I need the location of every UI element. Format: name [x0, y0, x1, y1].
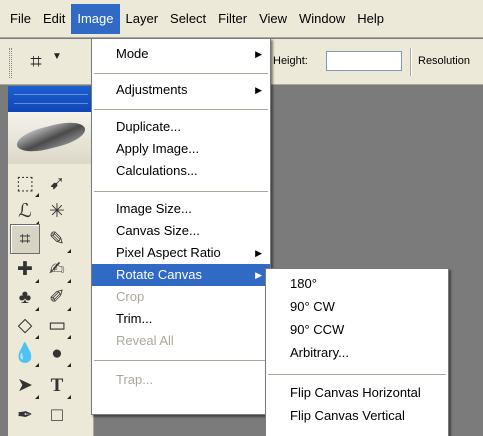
menu-separator — [94, 191, 268, 192]
menu-item-rotate-180[interactable]: 180° — [266, 273, 448, 295]
brush-tool-icon[interactable]: ✍ — [42, 254, 72, 284]
menu-separator — [268, 374, 446, 375]
menu-bar: File Edit Image Layer Select Filter View… — [0, 0, 483, 38]
menu-view[interactable]: View — [253, 4, 293, 34]
menu-separator — [94, 109, 268, 110]
menu-file[interactable]: File — [4, 4, 37, 34]
menu-item-canvas-size[interactable]: Canvas Size... — [92, 220, 270, 242]
healing-brush-tool-icon[interactable]: ✚ — [10, 254, 40, 284]
menu-image[interactable]: Image — [71, 3, 120, 34]
clone-stamp-tool-icon[interactable]: ♣ — [10, 282, 40, 312]
menu-item-rotate-canvas-label: Rotate Canvas — [116, 267, 202, 282]
menu-item-flip-vertical[interactable]: Flip Canvas Vertical — [266, 405, 448, 427]
gradient-tool-icon[interactable]: ▭ — [42, 310, 72, 340]
menu-item-flip-horizontal[interactable]: Flip Canvas Horizontal — [266, 382, 448, 404]
menu-item-trap[interactable]: Trap... — [92, 369, 270, 391]
move-tool-icon[interactable]: ➹ — [42, 168, 72, 198]
options-separator — [410, 48, 412, 76]
options-bar-grip[interactable] — [9, 48, 12, 78]
menu-item-adjustments[interactable]: Adjustments ▶ — [92, 79, 270, 101]
menu-item-apply-image[interactable]: Apply Image... — [92, 138, 270, 160]
marquee-tool-icon[interactable]: ⬚ — [10, 168, 40, 198]
tool-preset-crop-icon[interactable]: ⌗ — [22, 49, 50, 75]
height-input[interactable] — [326, 51, 402, 71]
menu-item-duplicate[interactable]: Duplicate... — [92, 116, 270, 138]
menu-item-trim[interactable]: Trim... — [92, 308, 270, 330]
magic-wand-tool-icon[interactable]: ✳ — [42, 196, 72, 226]
menu-edit[interactable]: Edit — [37, 4, 71, 34]
menu-filter[interactable]: Filter — [212, 4, 253, 34]
menu-item-rotate-arbitrary[interactable]: Arbitrary... — [266, 342, 448, 364]
menu-item-pixel-aspect-ratio[interactable]: Pixel Aspect Ratio ▶ — [92, 242, 270, 264]
menu-select[interactable]: Select — [164, 4, 212, 34]
dodge-tool-icon[interactable]: ● — [42, 338, 72, 368]
tool-preset-dropdown-icon[interactable]: ▼ — [52, 51, 62, 62]
menu-item-crop[interactable]: Crop — [92, 286, 270, 308]
menu-item-mode[interactable]: Mode ▶ — [92, 43, 270, 65]
eraser-tool-icon[interactable]: ◇ — [10, 310, 40, 340]
menu-item-rotate-90-ccw[interactable]: 90° CCW — [266, 319, 448, 341]
type-tool-icon[interactable]: T — [42, 370, 72, 400]
tool-palette-logo[interactable] — [8, 112, 94, 164]
menu-layer[interactable]: Layer — [120, 4, 165, 34]
menu-item-pixel-aspect-ratio-label: Pixel Aspect Ratio — [116, 245, 221, 260]
path-selection-tool-icon[interactable]: ➤ — [10, 370, 40, 400]
tool-palette: ⬚ ➹ ℒ ✳ ⌗ ✎ ✚ ✍ ♣ ✐ ◇ ▭ 💧 ● ➤ T ✒ □ — [8, 86, 94, 436]
menu-item-rotate-90-cw[interactable]: 90° CW — [266, 296, 448, 318]
shape-tool-icon[interactable]: □ — [42, 400, 72, 430]
menu-separator — [94, 73, 268, 74]
submenu-arrow-icon: ▶ — [255, 248, 262, 258]
menu-item-image-size[interactable]: Image Size... — [92, 198, 270, 220]
menu-item-mode-label: Mode — [116, 46, 149, 61]
tool-palette-title-bar[interactable] — [8, 86, 94, 112]
slice-tool-icon[interactable]: ✎ — [42, 224, 72, 254]
menu-separator — [94, 360, 268, 361]
image-menu: Mode ▶ Adjustments ▶ Duplicate... Apply … — [91, 38, 271, 415]
height-label: Height: — [273, 55, 308, 67]
menu-item-reveal-all[interactable]: Reveal All — [92, 330, 270, 352]
crop-tool-icon[interactable]: ⌗ — [10, 224, 40, 254]
submenu-arrow-icon: ▶ — [255, 49, 262, 59]
menu-window[interactable]: Window — [293, 4, 351, 34]
submenu-arrow-icon: ▶ — [255, 270, 262, 280]
rotate-canvas-submenu: 180° 90° CW 90° CCW Arbitrary... Flip Ca… — [265, 268, 449, 436]
history-brush-tool-icon[interactable]: ✐ — [42, 282, 72, 312]
feather-logo-icon — [14, 117, 88, 157]
menu-item-adjustments-label: Adjustments — [116, 82, 188, 97]
resolution-label: Resolution — [418, 55, 470, 67]
menu-item-calculations[interactable]: Calculations... — [92, 160, 270, 182]
menu-item-rotate-canvas[interactable]: Rotate Canvas ▶ — [92, 264, 270, 286]
menu-help[interactable]: Help — [351, 4, 390, 34]
blur-tool-icon[interactable]: 💧 — [10, 338, 40, 368]
lasso-tool-icon[interactable]: ℒ — [10, 196, 40, 226]
submenu-arrow-icon: ▶ — [255, 85, 262, 95]
pen-tool-icon[interactable]: ✒ — [10, 400, 40, 430]
